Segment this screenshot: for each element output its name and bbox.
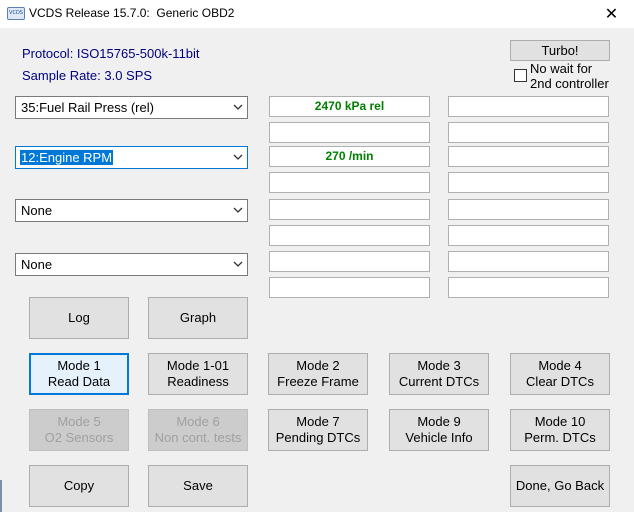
no-wait-checkbox[interactable] — [514, 69, 527, 82]
mode-9-vehicle-info-button[interactable]: Mode 9 Vehicle Info — [389, 409, 489, 451]
protocol-label: Protocol: ISO15765-500k-11bit — [22, 46, 200, 61]
mode-3-current-dtcs-button[interactable]: Mode 3 Current DTCs — [389, 353, 489, 395]
turbo-button[interactable]: Turbo! — [510, 40, 610, 61]
mode-2-freeze-frame-button[interactable]: Mode 2 Freeze Frame — [268, 353, 368, 395]
mode-6-label: Mode 6 — [176, 414, 220, 429]
mode-1-label: Mode 1 — [57, 358, 101, 373]
mode-9-sublabel: Vehicle Info — [405, 430, 473, 445]
channel-1-selection: 35:Fuel Rail Press (rel) — [21, 100, 154, 115]
channel-4-value-2 — [448, 251, 609, 272]
channel-2-select[interactable]: 12:Engine RPM — [15, 146, 248, 169]
log-button[interactable]: Log — [29, 297, 129, 339]
channel-4-value — [269, 251, 430, 272]
mode-1-sublabel: Read Data — [47, 374, 111, 389]
vcds-app-icon: VCDS — [7, 7, 25, 20]
channel-3-select[interactable]: None — [15, 199, 248, 222]
client-area: Protocol: ISO15765-500k-11bit Sample Rat… — [0, 28, 634, 512]
mode-5-o2-sensors-button: Mode 5 O2 Sensors — [29, 409, 129, 451]
channel-4-value-3 — [269, 277, 430, 298]
channel-3-value-4 — [448, 225, 609, 246]
channel-3-value-2 — [448, 199, 609, 220]
no-wait-checkbox-label[interactable]: No wait for 2nd controller — [530, 61, 609, 91]
chevron-down-icon — [233, 104, 243, 110]
mode-5-label: Mode 5 — [57, 414, 101, 429]
sample-rate-label: Sample Rate: 3.0 SPS — [22, 68, 153, 83]
no-wait-label-line1: No wait for — [530, 61, 593, 76]
mode-10-sublabel: Perm. DTCs — [524, 430, 596, 445]
mode-2-sublabel: Freeze Frame — [277, 374, 359, 389]
channel-2-value-3 — [269, 172, 430, 193]
copy-button[interactable]: Copy — [29, 465, 129, 507]
title-bar[interactable]: VCDS VCDS Release 15.7.0: Generic OBD2 ✕ — [0, 0, 634, 28]
channel-3-value — [269, 199, 430, 220]
channel-3-value-3 — [269, 225, 430, 246]
chevron-down-icon — [233, 154, 243, 160]
background-window-edge — [0, 480, 2, 512]
mode-2-label: Mode 2 — [296, 358, 340, 373]
mode-4-label: Mode 4 — [538, 358, 582, 373]
mode-1-01-label: Mode 1-01 — [166, 358, 230, 373]
mode-6-non-cont-tests-button: Mode 6 Non cont. tests — [148, 409, 248, 451]
mode-7-pending-dtcs-button[interactable]: Mode 7 Pending DTCs — [268, 409, 368, 451]
channel-2-value-2 — [448, 146, 609, 167]
chevron-down-icon — [233, 207, 243, 213]
channel-4-value-4 — [448, 277, 609, 298]
no-wait-label-line2: 2nd controller — [530, 76, 609, 91]
mode-9-label: Mode 9 — [417, 414, 461, 429]
channel-1-select[interactable]: 35:Fuel Rail Press (rel) — [15, 96, 248, 119]
mode-3-label: Mode 3 — [417, 358, 461, 373]
mode-4-clear-dtcs-button[interactable]: Mode 4 Clear DTCs — [510, 353, 610, 395]
mode-7-label: Mode 7 — [296, 414, 340, 429]
mode-1-01-sublabel: Readiness — [167, 374, 229, 389]
mode-10-perm-dtcs-button[interactable]: Mode 10 Perm. DTCs — [510, 409, 610, 451]
vcds-window: VCDS VCDS Release 15.7.0: Generic OBD2 ✕… — [0, 0, 634, 512]
channel-1-value-4 — [448, 122, 609, 143]
chevron-down-icon — [233, 261, 243, 267]
mode-6-sublabel: Non cont. tests — [154, 430, 242, 445]
close-button[interactable]: ✕ — [589, 0, 634, 28]
channel-2-value-4 — [448, 172, 609, 193]
mode-4-sublabel: Clear DTCs — [526, 374, 594, 389]
mode-5-sublabel: O2 Sensors — [44, 430, 114, 445]
save-button[interactable]: Save — [148, 465, 248, 507]
graph-button[interactable]: Graph — [148, 297, 248, 339]
mode-1-read-data-button[interactable]: Mode 1 Read Data — [29, 353, 129, 395]
mode-3-sublabel: Current DTCs — [398, 374, 480, 389]
mode-10-label: Mode 10 — [534, 414, 586, 429]
channel-4-selection: None — [21, 257, 53, 272]
channel-4-select[interactable]: None — [15, 253, 248, 276]
done-go-back-button[interactable]: Done, Go Back — [510, 465, 610, 507]
channel-2-selection: 12:Engine RPM — [20, 150, 114, 165]
channel-1-value: 2470 kPa rel — [269, 96, 430, 117]
channel-1-value-3 — [269, 122, 430, 143]
channel-2-value: 270 /min — [269, 146, 430, 167]
channel-3-selection: None — [21, 203, 53, 218]
mode-1-01-readiness-button[interactable]: Mode 1-01 Readiness — [148, 353, 248, 395]
channel-1-value-2 — [448, 96, 609, 117]
window-title: VCDS Release 15.7.0: Generic OBD2 — [29, 6, 235, 20]
mode-7-sublabel: Pending DTCs — [275, 430, 361, 445]
